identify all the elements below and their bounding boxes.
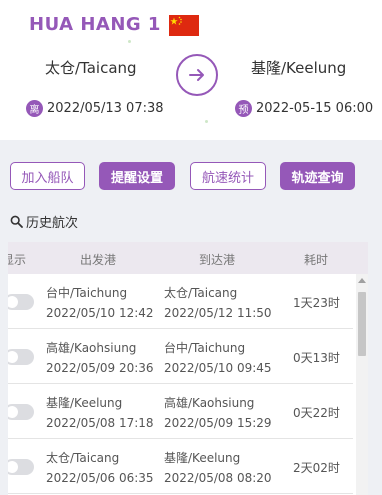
scroll-thumb[interactable]	[358, 292, 366, 356]
departure-time-row: 离 2022/05/13 07:38	[26, 100, 164, 117]
from-port: 高雄/Kaohsiung	[46, 341, 137, 355]
table-row[interactable]: 基隆/Keelung 2022/05/08 17:18 高雄/Kaohsiung…	[8, 384, 353, 439]
to-port: 台中/Taichung	[164, 341, 246, 355]
to-port: 太仓/Taicang	[164, 286, 238, 300]
route-arrow-icon	[176, 54, 218, 96]
from-time: 2022/05/06 06:35	[46, 471, 154, 485]
alert-settings-button[interactable]: 提醒设置	[99, 162, 175, 190]
search-icon	[10, 215, 23, 228]
show-toggle[interactable]	[8, 349, 34, 365]
to-time: 2022/05/08 08:20	[164, 471, 272, 485]
ship-header: HUA HANG 1 太仓/Taicang 基隆/Keelung 离 2022/…	[0, 0, 382, 140]
duration: 0天22时	[293, 406, 340, 420]
ship-name: HUA HANG 1	[29, 14, 161, 35]
table-row[interactable]: 太仓/Taicang 2022/05/06 06:35 基隆/Keelung 2…	[8, 439, 353, 494]
join-fleet-button[interactable]: 加入船队	[10, 162, 85, 190]
departure-badge: 离	[26, 100, 43, 117]
eta-badge: 预	[235, 100, 252, 117]
from-port: 基隆/Keelung	[46, 396, 123, 410]
history-title: 历史航次	[10, 212, 78, 231]
to-port: 高雄/Kaohsiung	[164, 396, 255, 410]
to-port: 基隆/Keelung	[164, 451, 241, 465]
column-show: 显示	[8, 253, 27, 267]
history-table: 显示 出发港 到达港 耗时 台中/Taichung 2022/05/10 12:…	[8, 242, 368, 495]
table-row[interactable]: 高雄/Kaohsiung 2022/05/09 20:36 台中/Taichun…	[8, 329, 353, 384]
to-time: 2022/05/12 11:50	[164, 306, 272, 320]
table-row[interactable]: 台中/Taichung 2022/05/10 12:42 太仓/Taicang …	[8, 274, 353, 329]
from-time: 2022/05/08 17:18	[46, 416, 154, 430]
to-time: 2022/05/09 15:29	[164, 416, 272, 430]
column-duration: 耗时	[304, 253, 329, 267]
from-port: 太仓/Taicang	[46, 451, 120, 465]
table-scrollbar[interactable]	[356, 274, 368, 495]
speed-stats-button[interactable]: 航速统计	[190, 162, 266, 190]
history-title-label: 历史航次	[26, 216, 79, 231]
decor-dot	[128, 40, 131, 43]
arrival-port: 基隆/Keelung	[251, 59, 347, 77]
from-port: 台中/Taichung	[46, 286, 128, 300]
show-toggle[interactable]	[8, 404, 34, 420]
scroll-up-icon[interactable]	[358, 278, 366, 283]
duration: 1天23时	[293, 296, 340, 310]
eta-time: 2022-05-15 06:00	[256, 101, 374, 116]
decor-dot	[205, 120, 208, 123]
show-toggle[interactable]	[8, 459, 34, 475]
eta-time-row: 预 2022-05-15 06:00	[235, 100, 373, 117]
to-time: 2022/05/10 09:45	[164, 361, 272, 375]
track-query-button[interactable]: 轨迹查询	[280, 162, 355, 190]
from-time: 2022/05/10 12:42	[46, 306, 154, 320]
from-time: 2022/05/09 20:36	[46, 361, 154, 375]
column-departure: 出发港	[80, 253, 117, 267]
show-toggle[interactable]	[8, 294, 34, 310]
column-arrival: 到达港	[199, 253, 236, 267]
table-header: 显示 出发港 到达港 耗时	[8, 242, 368, 274]
departure-time: 2022/05/13 07:38	[47, 101, 164, 116]
duration: 0天13时	[293, 351, 340, 365]
departure-port: 太仓/Taicang	[45, 59, 137, 77]
china-flag-icon	[169, 15, 199, 36]
duration: 2天02时	[293, 461, 340, 475]
